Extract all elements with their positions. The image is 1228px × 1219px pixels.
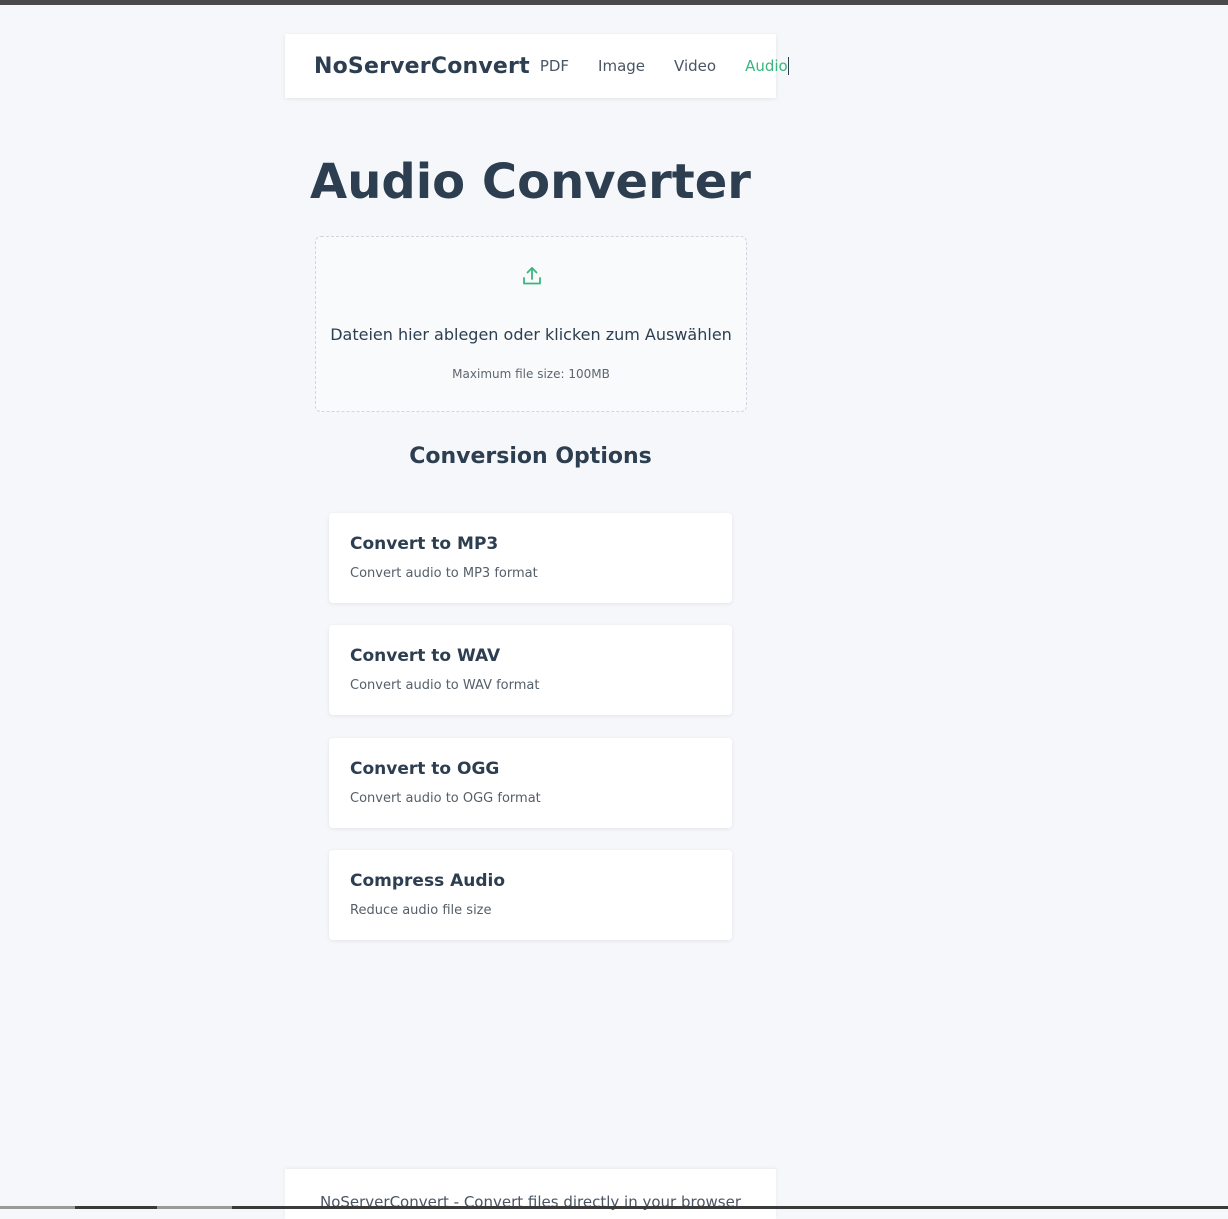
option-title: Convert to OGG (350, 759, 500, 779)
option-card-ogg[interactable]: Convert to OGG Convert audio to OGG form… (329, 738, 732, 828)
brand-logo[interactable]: NoServerConvert (314, 54, 530, 79)
footer: NoServerConvert - Convert files directly… (285, 1169, 776, 1219)
nav-link-video[interactable]: Video (674, 57, 716, 75)
option-card-compress[interactable]: Compress Audio Reduce audio file size (329, 850, 732, 940)
option-title: Convert to MP3 (350, 534, 499, 554)
page-container: NoServerConvert PDF Image Video Audio Au… (285, 34, 789, 940)
option-card-mp3[interactable]: Convert to MP3 Convert audio to MP3 form… (329, 513, 732, 603)
navbar: NoServerConvert PDF Image Video Audio (285, 34, 789, 98)
drop-zone-instructions: Dateien hier ablegen oder klicken zum Au… (330, 325, 732, 344)
nav-link-audio[interactable]: Audio (745, 57, 789, 75)
option-title: Compress Audio (350, 871, 506, 891)
option-title: Convert to WAV (350, 646, 501, 666)
option-description: Convert audio to WAV format (350, 678, 540, 693)
nav-link-image[interactable]: Image (598, 57, 645, 75)
max-file-size-hint: Maximum file size: 100MB (452, 367, 610, 381)
option-description: Reduce audio file size (350, 903, 492, 918)
page-title: Audio Converter (310, 154, 751, 210)
option-description: Convert audio to MP3 format (350, 566, 538, 581)
upload-icon (523, 267, 541, 285)
file-drop-zone[interactable]: Dateien hier ablegen oder klicken zum Au… (315, 236, 747, 412)
nav-link-pdf[interactable]: PDF (540, 57, 569, 75)
option-card-wav[interactable]: Convert to WAV Convert audio to WAV form… (329, 625, 732, 715)
footer-text: NoServerConvert - Convert files directly… (319, 1193, 741, 1211)
conversion-options-heading: Conversion Options (409, 444, 652, 469)
window-top-border (0, 0, 1228, 5)
option-description: Convert audio to OGG format (350, 791, 541, 806)
